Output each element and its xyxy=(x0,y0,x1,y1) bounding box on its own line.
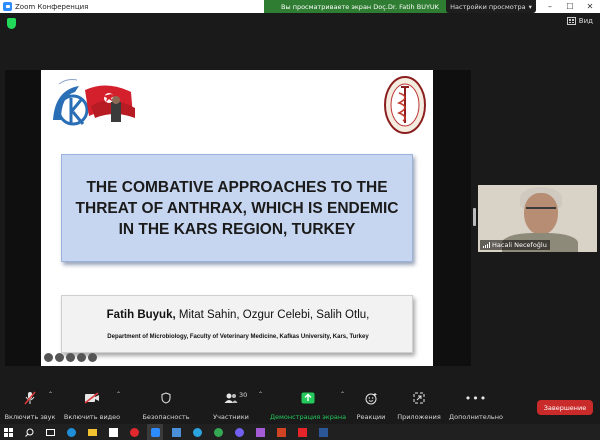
share-screen-button[interactable]: Демонстрация экрана xyxy=(270,391,346,421)
more-dots-icon: ••• xyxy=(464,391,488,405)
apps-icon xyxy=(413,391,425,405)
participant-name: Hacali Necefoğlu xyxy=(492,241,547,249)
windows-start-icon[interactable] xyxy=(0,424,16,440)
pen-icon[interactable] xyxy=(66,353,75,362)
participant-video-tile[interactable]: Hacali Necefoğlu xyxy=(478,185,597,252)
telegram-icon[interactable] xyxy=(189,424,205,440)
coauthors: Mitat Sahin, Ozgur Celebi, Salih Otlu, xyxy=(175,309,370,321)
encryption-shield-icon[interactable] xyxy=(7,18,16,29)
window-title: Zoom Конференция xyxy=(15,2,89,11)
share-screen-icon xyxy=(301,391,315,405)
previous-slide-icon[interactable] xyxy=(44,353,53,362)
slide-controls xyxy=(44,353,97,362)
zoom-window: Zoom Конференция – ☐ ✕ Вы просматриваете… xyxy=(0,0,600,440)
share-banner-text: Вы просматриваете экран Doç.Dr. Fatih BU… xyxy=(281,2,439,11)
photos-icon[interactable] xyxy=(252,424,268,440)
share-options-icon[interactable]: ⌃ xyxy=(340,391,345,398)
participant-name-tag: Hacali Necefoğlu xyxy=(480,240,550,250)
start-video-button[interactable]: Включить видео xyxy=(64,391,120,421)
chevron-down-icon: ▾ xyxy=(528,2,532,11)
close-icon[interactable]: ✕ xyxy=(580,0,600,13)
start-video-label: Включить видео xyxy=(63,413,121,421)
participant-glasses xyxy=(526,207,556,214)
camera-off-icon xyxy=(84,391,100,405)
zoom-logo-icon xyxy=(3,2,12,11)
apps-label: Приложения xyxy=(397,413,441,421)
microphone-muted-icon xyxy=(24,391,36,405)
mail-icon[interactable] xyxy=(168,424,184,440)
video-options-icon[interactable]: ⌃ xyxy=(116,391,121,398)
shield-icon xyxy=(161,391,171,405)
participants-label: Участники xyxy=(213,413,249,421)
next-slide-icon[interactable] xyxy=(55,353,64,362)
slide-title-line: THREAT OF ANTHRAX, WHICH IS ENDEMIC xyxy=(75,199,399,217)
participant-face xyxy=(524,193,558,235)
chrome-icon[interactable] xyxy=(210,424,226,440)
view-button-label: Вид xyxy=(578,17,593,25)
file-explorer-icon[interactable] xyxy=(84,424,100,440)
minimize-icon[interactable]: – xyxy=(540,0,560,13)
slide-title-line: IN THE KARS REGION, TURKEY xyxy=(118,220,356,238)
share-screen-label: Демонстрация экрана xyxy=(269,413,347,421)
grid-view-icon xyxy=(566,17,576,25)
unmute-label: Включить звук xyxy=(4,413,56,421)
zoom-taskbar-icon[interactable] xyxy=(147,424,163,440)
participants-icon: 30 xyxy=(224,391,247,405)
slide-author-box: Fatih Buyuk, Mitat Sahin, Ozgur Celebi, … xyxy=(61,295,413,353)
opera-icon[interactable] xyxy=(126,424,142,440)
more-label: Дополнительно xyxy=(449,413,503,421)
signal-bars-icon xyxy=(483,242,490,248)
end-meeting-label: Завершение xyxy=(543,403,587,412)
reactions-label: Реакции xyxy=(356,413,386,421)
security-button[interactable]: Безопасность xyxy=(140,391,192,421)
end-meeting-button[interactable]: Завершение xyxy=(537,400,593,415)
windows-taskbar xyxy=(0,424,600,440)
word-icon[interactable] xyxy=(315,424,331,440)
veterinary-faculty-seal-icon xyxy=(384,76,426,134)
slide-department: Department of Microbiology, Faculty of V… xyxy=(107,334,369,340)
meeting-top-bar: Вид xyxy=(0,13,600,35)
reactions-button[interactable]: Реакции xyxy=(354,391,388,421)
kafkas-university-logo-icon xyxy=(53,79,135,126)
participants-count: 30 xyxy=(239,391,248,399)
apps-button[interactable]: Приложения xyxy=(396,391,442,421)
zoom-icon[interactable] xyxy=(77,353,86,362)
edge-icon[interactable] xyxy=(63,424,79,440)
search-icon[interactable] xyxy=(21,424,37,440)
viber-icon[interactable] xyxy=(231,424,247,440)
powerpoint-icon[interactable] xyxy=(273,424,289,440)
presentation-slide: THE COMBATIVE APPROACHES TO THE THREAT O… xyxy=(41,70,433,366)
view-options-button[interactable]: Настройки просмотра ▾ xyxy=(446,0,536,13)
maximize-icon[interactable]: ☐ xyxy=(560,0,580,13)
screen-share-banner: Вы просматриваете экран Doç.Dr. Fatih BU… xyxy=(264,0,456,13)
participants-options-icon[interactable]: ⌃ xyxy=(258,391,263,398)
more-options-icon[interactable] xyxy=(88,353,97,362)
pdf-icon[interactable] xyxy=(294,424,310,440)
meeting-toolbar: Включить звук ⌃ Включить видео ⌃ Безопас… xyxy=(0,388,600,422)
participants-button[interactable]: 30 Участники xyxy=(208,391,254,421)
lead-author: Fatih Buyuk, xyxy=(106,309,176,321)
view-options-label: Настройки просмотра xyxy=(450,2,526,11)
smiley-plus-icon xyxy=(365,391,378,405)
slide-authors: Fatih Buyuk, Mitat Sahin, Ozgur Celebi, … xyxy=(62,309,414,321)
security-label: Безопасность xyxy=(142,413,190,421)
splitter-handle[interactable] xyxy=(473,208,476,226)
more-button[interactable]: ••• Дополнительно xyxy=(448,391,504,422)
slide-title-box: THE COMBATIVE APPROACHES TO THE THREAT O… xyxy=(61,154,413,262)
slide-title-line: THE COMBATIVE APPROACHES TO THE xyxy=(86,178,388,196)
audio-options-icon[interactable]: ⌃ xyxy=(48,391,53,398)
task-view-icon[interactable] xyxy=(42,424,58,440)
store-icon[interactable] xyxy=(105,424,121,440)
view-button[interactable]: Вид xyxy=(566,17,593,25)
